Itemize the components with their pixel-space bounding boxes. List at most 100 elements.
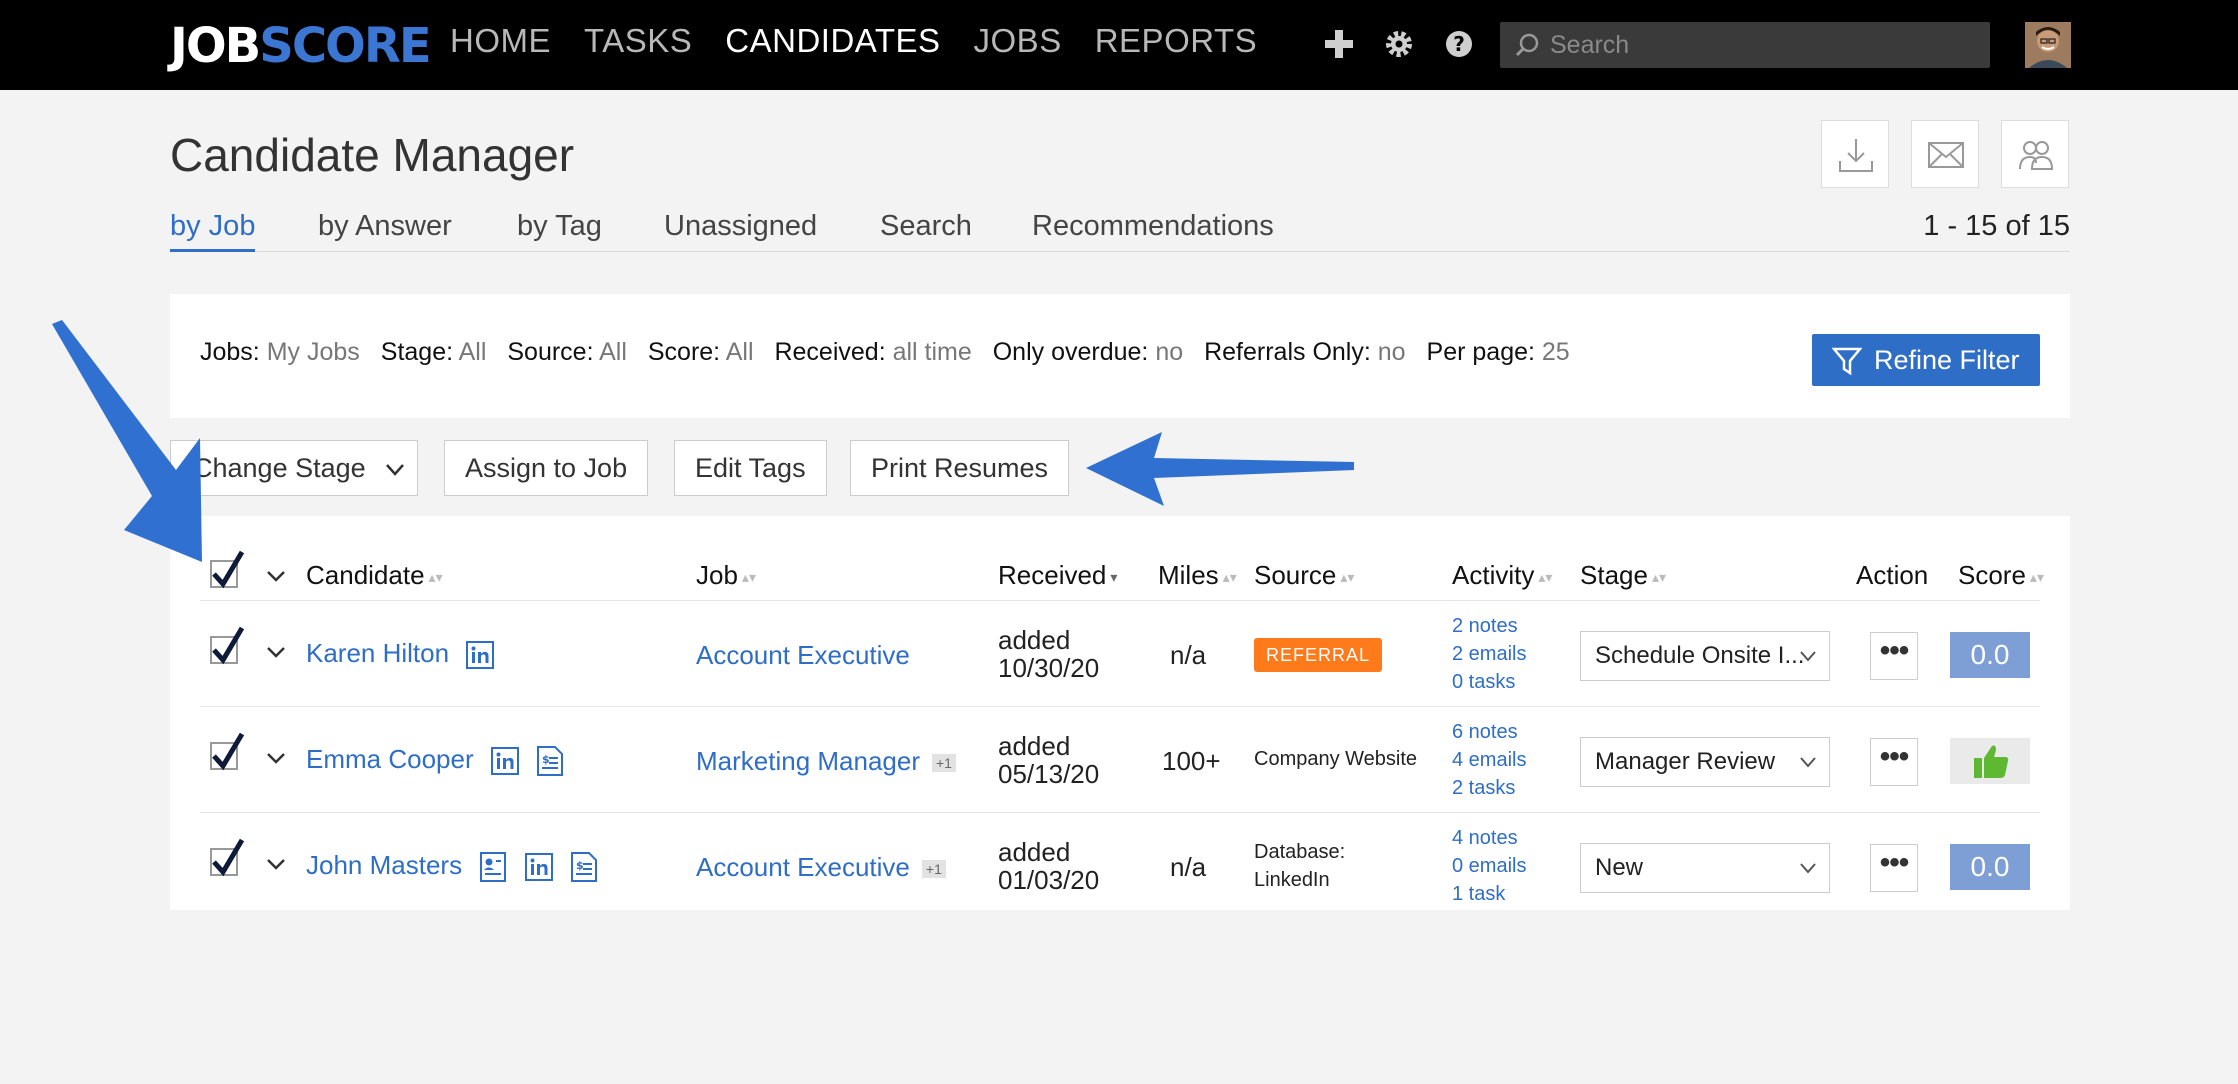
main-nav: HOME TASKS CANDIDATES JOBS REPORTS bbox=[450, 22, 1290, 60]
filter-stage: Stage: All bbox=[380, 338, 487, 366]
stage-select[interactable]: Schedule Onsite I... bbox=[1580, 631, 1830, 681]
email-button[interactable] bbox=[1911, 120, 1979, 188]
assign-to-job-button[interactable]: Assign to Job bbox=[444, 440, 649, 496]
additional-jobs-badge[interactable]: +1 bbox=[921, 860, 946, 879]
users-icon bbox=[2019, 141, 2054, 170]
notes-link[interactable]: 4 notes bbox=[1452, 824, 1526, 852]
top-nav-bar: JOBSCORE HOME TASKS CANDIDATES JOBS REPO… bbox=[0, 0, 2238, 90]
linkedin-icon[interactable] bbox=[490, 747, 519, 776]
source-value: Company Website bbox=[1254, 748, 1418, 770]
row-checkbox[interactable] bbox=[210, 732, 245, 771]
tab-recommendations[interactable]: Recommendations bbox=[1032, 210, 1274, 252]
row-action-menu-button[interactable]: ••• bbox=[1870, 632, 1918, 680]
score-badge[interactable] bbox=[1950, 738, 2030, 784]
filter-source: Source: All bbox=[507, 338, 627, 366]
chevron-down-icon[interactable] bbox=[264, 852, 288, 876]
score-badge[interactable]: 0.0 bbox=[1950, 632, 2030, 678]
row-checkbox[interactable] bbox=[210, 838, 245, 877]
divider bbox=[200, 812, 2040, 813]
emails-link[interactable]: 0 emails bbox=[1452, 852, 1526, 880]
resume-icon[interactable]: $ bbox=[570, 852, 598, 883]
received-date: added 05/13/20 bbox=[998, 731, 1100, 789]
activity-links: 2 notes 2 emails 0 tasks bbox=[1452, 612, 1526, 696]
job-link[interactable]: Marketing Manager bbox=[696, 746, 920, 776]
plus-icon[interactable] bbox=[1322, 24, 1358, 64]
candidate-name-link[interactable]: Emma Cooper bbox=[306, 744, 474, 774]
thumbs-up-icon bbox=[1974, 745, 2009, 778]
page-title: Candidate Manager bbox=[170, 129, 575, 181]
header-source[interactable]: Source ▴▾ bbox=[1254, 560, 1354, 591]
emails-link[interactable]: 4 emails bbox=[1452, 746, 1526, 774]
linkedin-icon[interactable] bbox=[466, 641, 495, 670]
download-icon bbox=[1839, 139, 1873, 172]
header-score[interactable]: Score ▴▾ bbox=[1958, 560, 2044, 591]
resume-icon[interactable]: $ bbox=[536, 746, 564, 777]
annotation-arrow bbox=[52, 320, 202, 562]
chevron-down-icon bbox=[1800, 757, 1816, 768]
search-icon bbox=[1514, 32, 1540, 58]
notes-link[interactable]: 2 notes bbox=[1452, 612, 1526, 640]
refine-filter-button[interactable]: Refine Filter bbox=[1812, 334, 2040, 386]
edit-tags-button[interactable]: Edit Tags bbox=[674, 440, 827, 496]
job-link[interactable]: Account Executive bbox=[696, 852, 910, 882]
row-action-menu-button[interactable]: ••• bbox=[1870, 844, 1918, 892]
received-date: added 01/03/20 bbox=[998, 837, 1100, 895]
chevron-down-icon bbox=[1800, 651, 1816, 662]
download-button[interactable] bbox=[1821, 120, 1889, 188]
header-received[interactable]: Received ▾ bbox=[998, 560, 1117, 591]
row-action-menu-button[interactable]: ••• bbox=[1870, 738, 1918, 786]
tab-by-job[interactable]: by Job bbox=[170, 210, 256, 252]
nav-reports[interactable]: REPORTS bbox=[1095, 22, 1257, 60]
users-button[interactable] bbox=[2001, 120, 2069, 188]
linkedin-icon[interactable] bbox=[524, 853, 553, 882]
header-activity[interactable]: Activity ▴▾ bbox=[1452, 560, 1552, 591]
header-job[interactable]: Job ▴▾ bbox=[696, 560, 756, 591]
gear-icon[interactable] bbox=[1382, 24, 1418, 64]
emails-link[interactable]: 2 emails bbox=[1452, 640, 1526, 668]
score-badge[interactable]: 0.0 bbox=[1950, 844, 2030, 890]
miles-value: n/a bbox=[1170, 640, 1207, 670]
divider bbox=[200, 706, 2040, 707]
stage-select[interactable]: Manager Review bbox=[1580, 737, 1830, 787]
nav-candidates[interactable]: CANDIDATES bbox=[725, 22, 940, 60]
jobscore-logo[interactable]: JOBSCORE bbox=[170, 18, 432, 74]
filter-received: Received: all time bbox=[774, 338, 972, 366]
profile-card-icon[interactable] bbox=[479, 852, 507, 883]
svg-text:?: ? bbox=[1453, 32, 1465, 56]
header-stage[interactable]: Stage ▴▾ bbox=[1580, 560, 1666, 591]
job-link[interactable]: Account Executive bbox=[696, 640, 910, 671]
user-avatar[interactable] bbox=[2025, 22, 2071, 68]
stage-select[interactable]: New bbox=[1580, 843, 1830, 893]
additional-jobs-badge[interactable]: +1 bbox=[932, 754, 956, 773]
notes-link[interactable]: 6 notes bbox=[1452, 718, 1526, 746]
help-icon[interactable]: ? bbox=[1442, 24, 1478, 64]
print-resumes-button[interactable]: Print Resumes bbox=[850, 440, 1070, 496]
nav-tasks[interactable]: TASKS bbox=[584, 22, 692, 60]
chevron-down-icon[interactable] bbox=[264, 746, 288, 770]
chevron-down-icon[interactable] bbox=[264, 564, 288, 588]
tab-unassigned[interactable]: Unassigned bbox=[664, 210, 817, 252]
view-tabs: by Job by Answer by Tag Unassigned Searc… bbox=[170, 210, 2070, 252]
tasks-link[interactable]: 2 tasks bbox=[1452, 774, 1526, 802]
nav-home[interactable]: HOME bbox=[450, 22, 551, 60]
filter-overdue: Only overdue: no bbox=[992, 338, 1184, 366]
activity-links: 4 notes 0 emails 1 task bbox=[1452, 824, 1526, 908]
nav-jobs[interactable]: JOBS bbox=[974, 22, 1062, 60]
email-icon bbox=[1928, 142, 1964, 168]
header-miles[interactable]: Miles ▴▾ bbox=[1158, 560, 1237, 591]
chevron-down-icon[interactable] bbox=[264, 640, 288, 664]
tab-search[interactable]: Search bbox=[880, 210, 972, 252]
source-value: Database: LinkedIn bbox=[1254, 841, 1346, 891]
row-checkbox[interactable] bbox=[210, 626, 245, 665]
tab-by-tag[interactable]: by Tag bbox=[517, 210, 602, 252]
result-count: 1 - 15 of 15 bbox=[1923, 210, 2070, 242]
tasks-link[interactable]: 0 tasks bbox=[1452, 668, 1526, 696]
candidate-name-link[interactable]: John Masters bbox=[306, 850, 462, 880]
checkmark-icon bbox=[212, 732, 245, 771]
tab-by-answer[interactable]: by Answer bbox=[318, 210, 452, 252]
search-input[interactable] bbox=[1550, 22, 1980, 68]
candidates-table: Candidate ▴▾ Job ▴▾ Received ▾ Miles ▴▾ Sour… bbox=[170, 516, 2070, 910]
tasks-link[interactable]: 1 task bbox=[1452, 880, 1526, 908]
candidate-name-link[interactable]: Karen Hilton bbox=[306, 638, 449, 668]
header-candidate[interactable]: Candidate ▴▾ bbox=[306, 560, 443, 591]
